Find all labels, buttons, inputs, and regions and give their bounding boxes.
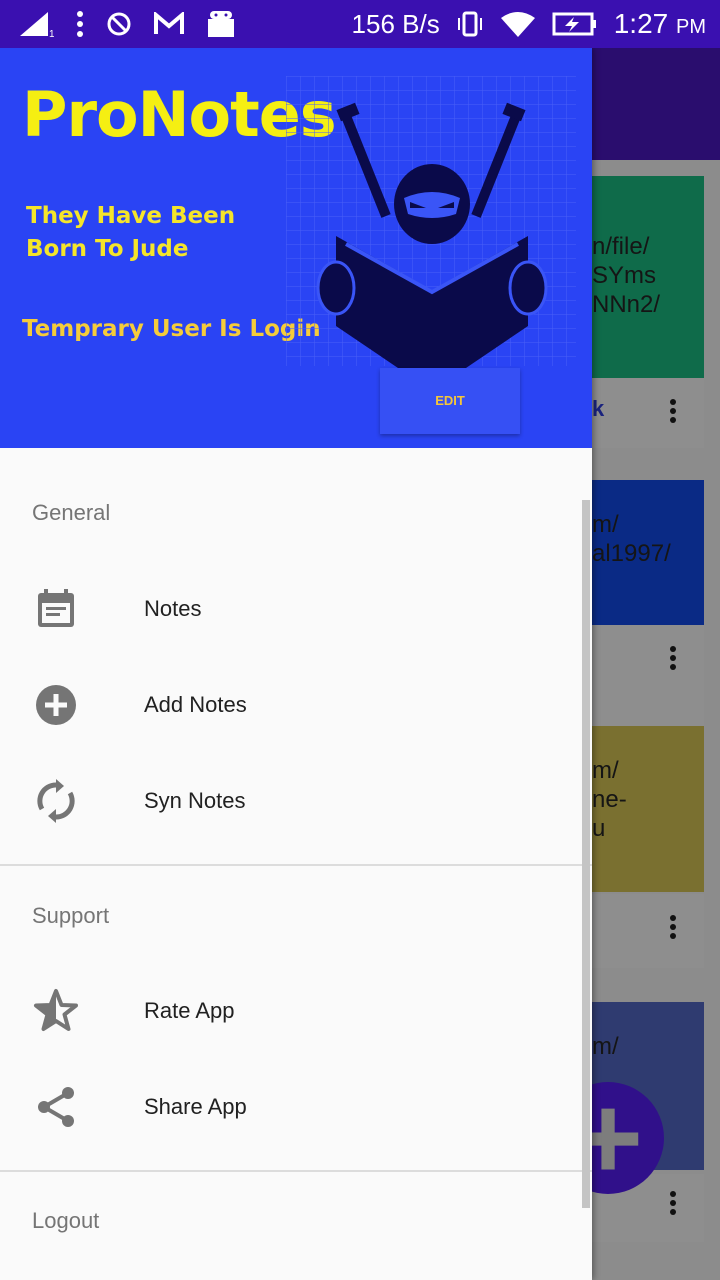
note-line: SYms <box>592 262 657 289</box>
svg-text:1: 1 <box>49 29 54 38</box>
clock-time: 1:27 <box>613 8 669 39</box>
login-status: Temprary User Is Login <box>22 316 321 342</box>
note-line: m/ <box>592 1033 619 1060</box>
edit-button[interactable]: EDIT <box>380 368 520 434</box>
calendar-note-icon <box>38 589 74 627</box>
note-card[interactable]: m/ al1997/ <box>592 480 704 742</box>
note-line: m/ <box>592 511 619 538</box>
more-vert-icon[interactable] <box>670 912 676 942</box>
do-not-disturb-icon <box>107 12 131 36</box>
note-line: u <box>592 815 606 842</box>
network-speed: 156 B/s <box>351 8 440 39</box>
clock-ampm: PM <box>676 16 706 38</box>
note-line: m/ <box>592 757 619 784</box>
note-card[interactable]: n/file/ SYms NNn2/ k <box>592 176 704 448</box>
more-vert-icon[interactable] <box>670 643 676 673</box>
menu-item-label: Rate App <box>144 998 235 1023</box>
note-line: n/file/ <box>592 233 650 260</box>
menu-item-label: Syn Notes <box>144 788 246 813</box>
menu-item-share-app[interactable]: Share App <box>0 1059 592 1155</box>
section-divider <box>0 864 592 866</box>
drawer-header: ProNotes They Have Been Born To Jude Tem… <box>0 48 592 448</box>
more-vert-icon[interactable] <box>670 1188 676 1218</box>
menu-item-notes[interactable]: Notes <box>0 561 592 657</box>
battery-charging-icon <box>552 12 596 36</box>
note-card[interactable]: m/ ne- u <box>592 726 704 968</box>
menu-item-add-notes[interactable]: Add Notes <box>0 657 592 753</box>
menu-item-rate-app[interactable]: Rate App <box>0 963 592 1059</box>
ninja-reader-logo-icon <box>286 76 576 391</box>
section-title-logout[interactable]: Logout <box>32 1208 99 1234</box>
more-vert-icon[interactable] <box>670 396 676 426</box>
note-card-body: m/ al1997/ <box>592 480 704 643</box>
tagline: They Have Been Born To Jude <box>26 203 236 262</box>
android-icon <box>208 11 234 37</box>
scrollbar[interactable] <box>582 500 590 1208</box>
clock: 1:27 PM <box>614 8 706 40</box>
menu-item-label: Share App <box>144 1094 247 1119</box>
sync-icon <box>37 779 75 823</box>
status-bar: 1 156 B/s 1:27 PM <box>0 0 720 48</box>
wifi-icon <box>500 12 535 37</box>
section-divider <box>0 1170 592 1172</box>
note-line: al1997/ <box>592 540 671 567</box>
menu-item-syn-notes[interactable]: Syn Notes <box>0 753 592 849</box>
note-card-footer <box>592 894 704 968</box>
vibrate-icon <box>457 11 482 37</box>
menu-item-label: Add Notes <box>144 692 247 717</box>
more-vert-icon <box>77 11 83 37</box>
navigation-drawer: ProNotes They Have Been Born To Jude Tem… <box>0 48 592 1280</box>
note-card-footer <box>592 625 704 742</box>
note-card-body: m/ ne- u <box>592 726 704 892</box>
gmail-icon <box>154 12 184 34</box>
note-line: NNn2/ <box>592 291 661 318</box>
add-circle-icon <box>36 685 76 725</box>
section-title-general: General <box>32 500 111 525</box>
note-card-footer: k <box>592 378 704 448</box>
note-line: ne- <box>592 786 627 813</box>
menu-item-label: Notes <box>144 596 202 621</box>
star-half-icon <box>34 989 78 1031</box>
note-footer-text: k <box>592 396 605 421</box>
share-icon <box>38 1087 74 1127</box>
signal-icon: 1 <box>20 12 54 38</box>
section-title-support: Support <box>32 903 110 928</box>
